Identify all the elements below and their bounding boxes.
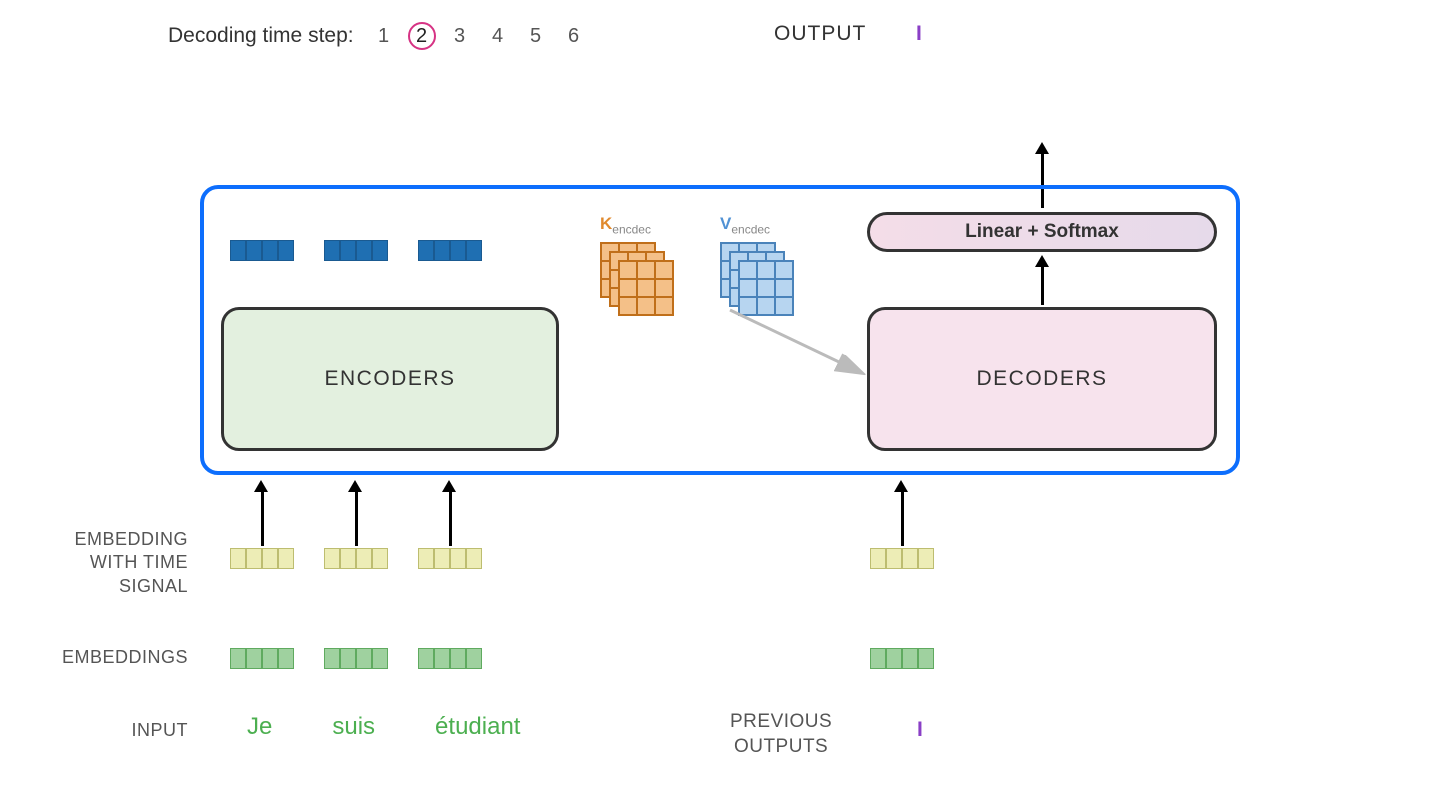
enc-vec-2 [324, 240, 388, 261]
emb-time-decoder-row [870, 548, 934, 569]
step-4: 4 [484, 22, 512, 50]
encoder-output-vectors [230, 240, 482, 261]
output-label: OUTPUT [774, 22, 866, 46]
diagram-canvas: Decoding time step: 1 2 3 4 5 6 OUTPUT I… [0, 0, 1438, 790]
output-token: I [916, 22, 922, 46]
emb-time-signal-label: EMBEDDING WITH TIME SIGNAL [33, 528, 188, 598]
emb-decoder-row [870, 648, 934, 669]
timestep-label: Decoding time step: [168, 24, 354, 48]
prev-outputs-label: PREVIOUS OUTPUTS [730, 710, 832, 759]
arrow-emb-enc-3 [449, 490, 452, 546]
embeddings-label: EMBEDDINGS [33, 647, 188, 668]
arrow-kv-to-decoders [720, 300, 880, 390]
emb-time-encoder-row [230, 548, 482, 569]
k-encdec-matrix: Kencdec [600, 242, 680, 327]
input-label: INPUT [33, 720, 188, 741]
step-3: 3 [446, 22, 474, 50]
arrow-dec-to-softmax [1041, 265, 1044, 305]
arrow-emb-enc-1-head [254, 480, 268, 492]
encoders-block: ENCODERS [221, 307, 559, 451]
encoders-label: ENCODERS [324, 367, 455, 391]
step-6: 6 [560, 22, 588, 50]
decoders-label: DECODERS [976, 367, 1107, 391]
v-label: Vencdec [720, 214, 770, 236]
enc-vec-3 [418, 240, 482, 261]
arrow-output-head [1035, 142, 1049, 154]
arrow-dec-to-softmax-head [1035, 255, 1049, 267]
linear-softmax-label: Linear + Softmax [965, 221, 1119, 243]
step-1: 1 [370, 22, 398, 50]
arrow-emb-enc-2-head [348, 480, 362, 492]
enc-vec-1 [230, 240, 294, 261]
emb-encoder-row [230, 648, 482, 669]
arrow-emb-dec-1-head [894, 480, 908, 492]
arrow-emb-enc-2 [355, 490, 358, 546]
k-label: Kencdec [600, 214, 651, 236]
arrow-emb-enc-3-head [442, 480, 456, 492]
arrow-emb-dec-1 [901, 490, 904, 546]
input-token-2: suis [332, 713, 375, 741]
input-token-3: étudiant [435, 713, 520, 741]
arrow-emb-enc-1 [261, 490, 264, 546]
step-5: 5 [522, 22, 550, 50]
timestep-row: Decoding time step: 1 2 3 4 5 6 [168, 22, 588, 50]
step-2-active: 2 [408, 22, 436, 50]
input-tokens: Je suis étudiant [247, 713, 520, 741]
input-token-1: Je [247, 713, 272, 741]
prev-output-token: I [917, 718, 923, 742]
decoders-block: DECODERS [867, 307, 1217, 451]
linear-softmax-block: Linear + Softmax [867, 212, 1217, 252]
